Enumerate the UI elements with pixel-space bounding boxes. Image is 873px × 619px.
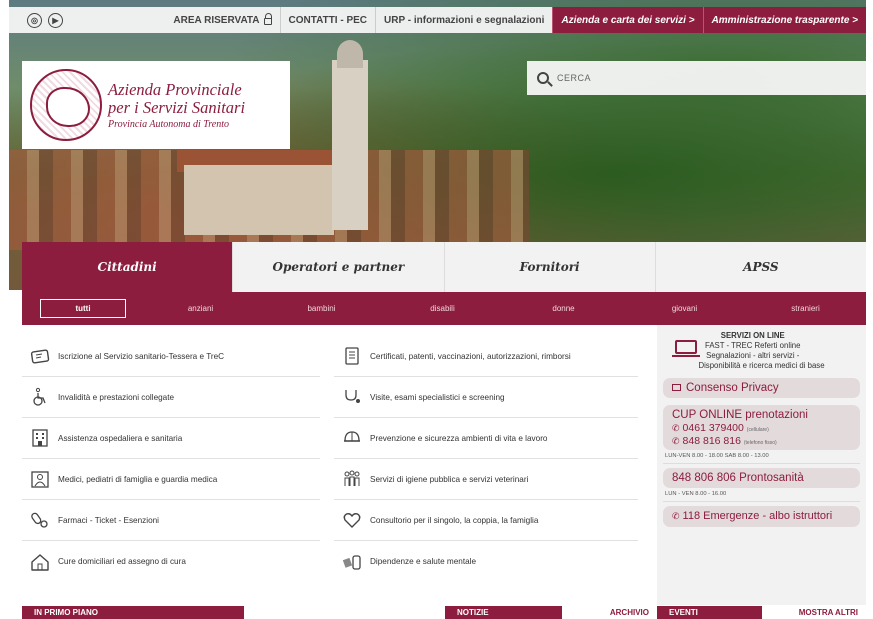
servizi-online-line3[interactable]: Disponibilità e ricerca medici di base xyxy=(663,361,860,371)
amministrazione-trasparente-link[interactable]: Amministrazione trasparente > xyxy=(702,7,866,33)
home-icon xyxy=(30,552,50,572)
people-icon xyxy=(342,469,362,489)
contatti-pec-link[interactable]: CONTATTI - PEC xyxy=(279,7,376,33)
archivio-link[interactable]: ARCHIVIO xyxy=(562,606,657,619)
service-item[interactable]: Prevenzione e sicurezza ambienti di vita… xyxy=(334,418,638,459)
filter-bar: tutti anziani bambini disabili donne gio… xyxy=(22,292,866,325)
top-bar: ◎ ▶ AREA RISERVATA CONTATTI - PEC URP - … xyxy=(9,7,866,33)
filter-giovani[interactable]: giovani xyxy=(624,304,745,313)
heart-icon xyxy=(342,510,362,530)
services-column-left: Iscrizione al Servizio sanitario-Tessera… xyxy=(22,336,320,582)
monitor-icon xyxy=(672,384,681,391)
pills-icon xyxy=(30,510,50,530)
logo-text: Azienda Provinciale per i Servizi Sanita… xyxy=(102,79,246,130)
search-icon xyxy=(537,72,549,84)
service-item[interactable]: Medici, pediatri di famiglia e guardia m… xyxy=(22,459,320,500)
mind-icon xyxy=(342,552,362,572)
services-column-right: Certificati, patenti, vaccinazioni, auto… xyxy=(334,336,638,582)
urp-link[interactable]: URP - informazioni e segnalazioni xyxy=(375,7,552,33)
service-item[interactable]: Farmaci - Ticket - Esenzioni xyxy=(22,500,320,541)
filter-tutti[interactable]: tutti xyxy=(40,299,126,318)
emergenze-button[interactable]: ✆ 118 Emergenze - albo istruttori xyxy=(663,506,860,527)
hospital-icon xyxy=(30,428,50,448)
logo-line-1: Azienda Provinciale xyxy=(108,79,242,99)
logo-line-2: per i Servizi Sanitari xyxy=(108,97,246,117)
tab-cittadini[interactable]: Cittadini xyxy=(22,242,234,292)
service-item[interactable]: Servizi di igiene pubblica e servizi vet… xyxy=(334,459,638,500)
service-item[interactable]: Visite, esami specialistici e screening xyxy=(334,377,638,418)
logo-line-3: Provincia Autonoma di Trento xyxy=(108,118,230,130)
cup-online-block[interactable]: CUP ONLINE prenotazioni ✆ 0461 379400 (ce… xyxy=(663,405,860,450)
divider xyxy=(663,501,860,502)
sidebar: SERVIZI ON LINE FAST - TREC Referti onli… xyxy=(657,325,866,605)
service-item[interactable]: Dipendenze e salute mentale xyxy=(334,541,638,582)
search-placeholder: CERCA xyxy=(557,73,592,83)
phone-icon: ✆ xyxy=(672,511,680,521)
lock-icon xyxy=(263,12,272,25)
wheelchair-icon xyxy=(30,387,50,407)
trentino-map-icon xyxy=(30,69,102,141)
instagram-icon[interactable]: ◎ xyxy=(27,12,42,28)
tab-apss[interactable]: APSS xyxy=(656,242,866,292)
service-item[interactable]: Assistenza ospedaliera e sanitaria xyxy=(22,418,320,459)
cup-hours: LUN-VEN 8.00 - 18.00 SAB 8.00 - 13.00 xyxy=(665,453,769,459)
in-primo-piano-header[interactable]: IN PRIMO PIANO xyxy=(22,606,244,619)
filter-stranieri[interactable]: stranieri xyxy=(745,304,866,313)
tab-operatori[interactable]: Operatori e partner xyxy=(233,242,445,292)
document-icon xyxy=(342,346,362,366)
filter-anziani[interactable]: anziani xyxy=(140,304,261,313)
filter-bambini[interactable]: bambini xyxy=(261,304,382,313)
notizie-header[interactable]: NOTIZIE xyxy=(445,606,562,619)
service-item[interactable]: Certificati, patenti, vaccinazioni, auto… xyxy=(334,336,638,377)
area-riservata-link[interactable]: AREA RISERVATA xyxy=(165,7,279,33)
eventi-header[interactable]: EVENTI xyxy=(657,606,762,619)
audience-tabs: Cittadini Operatori e partner Fornitori … xyxy=(22,242,866,292)
filter-disabili[interactable]: disabili xyxy=(382,304,503,313)
service-item[interactable]: Cure domiciliari ed assegno di cura xyxy=(22,541,320,582)
hero-bell-tower xyxy=(332,60,368,230)
hero-church xyxy=(184,165,334,235)
azienda-carta-servizi-link[interactable]: Azienda e carta dei servizi > xyxy=(552,7,703,33)
mostra-altri-link[interactable]: MOSTRA ALTRI xyxy=(762,606,866,619)
tab-fornitori[interactable]: Fornitori xyxy=(445,242,656,292)
youtube-icon[interactable]: ▶ xyxy=(48,12,63,28)
service-item[interactable]: Invalidità e prestazioni collegate xyxy=(22,377,320,418)
phone-icon: ✆ xyxy=(672,436,680,446)
stethoscope-icon xyxy=(342,387,362,407)
prontosanita-hours: LUN - VEN 8.00 - 16.00 xyxy=(665,491,727,497)
doctor-icon xyxy=(30,469,50,489)
site-logo[interactable]: Azienda Provinciale per i Servizi Sanita… xyxy=(22,61,290,149)
filter-donne[interactable]: donne xyxy=(503,304,624,313)
consenso-privacy-button[interactable]: Consenso Privacy xyxy=(663,378,860,398)
helmet-icon xyxy=(342,428,362,448)
prontosanita-button[interactable]: 848 806 806 Prontosanità xyxy=(663,468,860,488)
search-box[interactable]: CERCA xyxy=(527,61,866,95)
service-item[interactable]: Iscrizione al Servizio sanitario-Tessera… xyxy=(22,336,320,377)
divider xyxy=(663,463,860,464)
phone-icon: ✆ xyxy=(672,423,680,433)
hero-bell-tower-top xyxy=(337,40,363,68)
servizi-online-block[interactable]: SERVIZI ON LINE FAST - TREC Referti onli… xyxy=(663,331,860,361)
service-item[interactable]: Consultorio per il singolo, la coppia, l… xyxy=(334,500,638,541)
laptop-icon xyxy=(672,340,700,357)
card-icon xyxy=(30,346,50,366)
social-links: ◎ ▶ xyxy=(9,12,63,28)
top-nav: AREA RISERVATA CONTATTI - PEC URP - info… xyxy=(165,7,866,33)
